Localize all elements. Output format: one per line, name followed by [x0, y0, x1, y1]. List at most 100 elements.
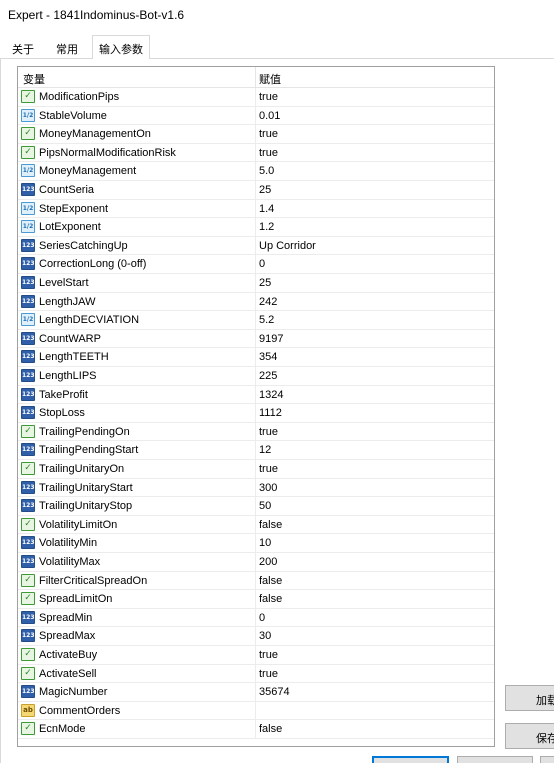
parameter-value[interactable]: true [259, 649, 278, 661]
table-row[interactable]: 123 LengthTEETH 354 [18, 348, 494, 367]
table-row[interactable]: 123 MagicNumber 35674 [18, 683, 494, 702]
table-row[interactable]: ✓ ModificationPips true [18, 88, 494, 107]
cell-divider [255, 571, 256, 590]
parameter-value[interactable]: 0 [259, 258, 265, 270]
table-row[interactable]: 123 SeriesCatchingUp Up Corridor [18, 236, 494, 256]
table-row[interactable]: ✓ SpreadLimitOn false [18, 590, 494, 609]
parameter-value[interactable]: true [259, 668, 278, 680]
table-row[interactable]: 123 LengthLIPS 225 [18, 367, 494, 386]
parameter-value[interactable]: false [259, 593, 282, 605]
cancel-button[interactable] [457, 756, 533, 763]
tab-inputs[interactable]: 输入参数 [92, 35, 150, 60]
parameter-value[interactable]: 1.4 [259, 203, 274, 215]
table-row[interactable]: 123 CountWARP 9197 [18, 329, 494, 349]
table-row[interactable]: ✓ FilterCriticalSpreadOn false [18, 571, 494, 591]
column-divider[interactable] [255, 67, 256, 88]
parameter-value[interactable]: 35674 [259, 686, 290, 698]
parameter-value[interactable]: 1324 [259, 389, 283, 401]
int-icon: 123 [21, 350, 35, 364]
parameter-name: CorrectionLong (0-off) [39, 258, 147, 271]
table-row[interactable]: 123 CountSeria 25 [18, 181, 494, 200]
parameter-value[interactable]: 5.0 [259, 165, 274, 177]
parameter-value[interactable]: 9197 [259, 333, 283, 345]
parameter-value[interactable]: 50 [259, 500, 271, 512]
bool-icon: ✓ [21, 424, 35, 438]
table-row[interactable]: ab CommentOrders [18, 701, 494, 721]
tab-common[interactable]: 常用 [50, 38, 84, 59]
table-row[interactable]: 1/2 LotExponent 1.2 [18, 218, 494, 237]
table-row[interactable]: 123 VolatilityMin 10 [18, 534, 494, 553]
parameter-value[interactable]: 0 [259, 612, 265, 624]
parameter-value[interactable]: true [259, 128, 278, 140]
int-icon: 123 [21, 257, 35, 271]
table-row[interactable]: 123 LengthJAW 242 [18, 292, 494, 312]
parameter-value[interactable]: 225 [259, 370, 277, 382]
cell-divider [255, 329, 256, 348]
table-row[interactable]: ✓ EcnMode false [18, 720, 494, 739]
int-icon: 123 [21, 238, 35, 252]
parameter-value[interactable]: 242 [259, 296, 277, 308]
parameter-value[interactable]: 354 [259, 351, 277, 363]
table-row[interactable]: 123 SpreadMin 0 [18, 608, 494, 628]
table-row[interactable]: ✓ MoneyManagementOn true [18, 125, 494, 144]
parameter-value[interactable]: false [259, 723, 282, 735]
table-row[interactable]: 1/2 StableVolume 0.01 [18, 106, 494, 126]
table-row[interactable]: ✓ ActivateBuy true [18, 646, 494, 665]
table-row[interactable]: ✓ ActivateSell true [18, 664, 494, 684]
table-row[interactable]: 1/2 LengthDECVIATION 5.2 [18, 311, 494, 330]
cell-divider [255, 701, 256, 720]
parameter-value[interactable]: false [259, 519, 282, 531]
cell-divider [255, 664, 256, 683]
save-button[interactable]: 保存 [505, 723, 554, 749]
int-icon: 123 [21, 536, 35, 550]
table-row[interactable]: ✓ TrailingPendingOn true [18, 422, 494, 442]
cell-divider [255, 683, 256, 702]
table-row[interactable]: ✓ PipsNormalModificationRisk true [18, 143, 494, 163]
table-row[interactable]: 1/2 StepExponent 1.4 [18, 199, 494, 219]
column-header-variable[interactable]: 变量 [23, 71, 45, 87]
table-row[interactable]: 123 SpreadMax 30 [18, 627, 494, 646]
parameter-value[interactable]: false [259, 575, 282, 587]
table-row[interactable]: 123 LevelStart 25 [18, 274, 494, 293]
parameter-value[interactable]: true [259, 91, 278, 103]
table-row[interactable]: 123 VolatilityMax 200 [18, 553, 494, 572]
parameter-value[interactable]: 25 [259, 277, 271, 289]
table-header: 变量 赋值 [18, 67, 494, 88]
table-row[interactable]: 123 TrailingPendingStart 12 [18, 441, 494, 460]
tab-about[interactable]: 关于 [6, 38, 40, 59]
table-row[interactable]: 123 TrailingUnitaryStop 50 [18, 497, 494, 516]
load-button[interactable]: 加载 [505, 685, 554, 711]
parameter-value[interactable]: 30 [259, 630, 271, 642]
bool-icon: ✓ [21, 145, 35, 159]
parameter-value[interactable]: 300 [259, 482, 277, 494]
double-icon: 1/2 [21, 164, 35, 178]
parameter-value[interactable]: 1112 [259, 407, 282, 419]
parameter-value[interactable]: 0.01 [259, 110, 280, 122]
parameter-name: TrailingUnitaryStop [39, 500, 133, 513]
table-row[interactable]: 123 StopLoss 1112 [18, 404, 494, 423]
parameter-value[interactable]: 25 [259, 184, 271, 196]
parameter-name: SpreadMax [39, 630, 96, 643]
parameter-value[interactable]: true [259, 426, 278, 438]
parameter-value[interactable]: 200 [259, 556, 277, 568]
table-row[interactable]: 1/2 MoneyManagement 5.0 [18, 162, 494, 181]
parameter-value[interactable]: 1.2 [259, 221, 274, 233]
ok-button[interactable] [372, 756, 449, 763]
parameter-value[interactable]: true [259, 147, 278, 159]
table-row[interactable]: 123 TrailingUnitaryStart 300 [18, 478, 494, 498]
table-row[interactable]: ✓ VolatilityLimitOn false [18, 515, 494, 535]
column-header-value[interactable]: 赋值 [259, 71, 281, 87]
table-row[interactable]: ✓ TrailingUnitaryOn true [18, 460, 494, 479]
parameter-value[interactable]: 12 [259, 444, 271, 456]
parameter-value[interactable]: true [259, 463, 278, 475]
parameter-value[interactable]: 5.2 [259, 314, 274, 326]
table-row[interactable]: 123 TakeProfit 1324 [18, 385, 494, 405]
parameter-name: LengthJAW [39, 295, 96, 308]
parameter-value[interactable]: 10 [259, 537, 271, 549]
reset-button[interactable] [540, 756, 554, 763]
int-icon: 123 [21, 685, 35, 699]
parameter-name: ActivateSell [39, 667, 97, 680]
parameter-value[interactable]: Up Corridor [259, 240, 316, 252]
table-row[interactable]: 123 CorrectionLong (0-off) 0 [18, 255, 494, 274]
parameter-name: LengthTEETH [39, 351, 109, 364]
